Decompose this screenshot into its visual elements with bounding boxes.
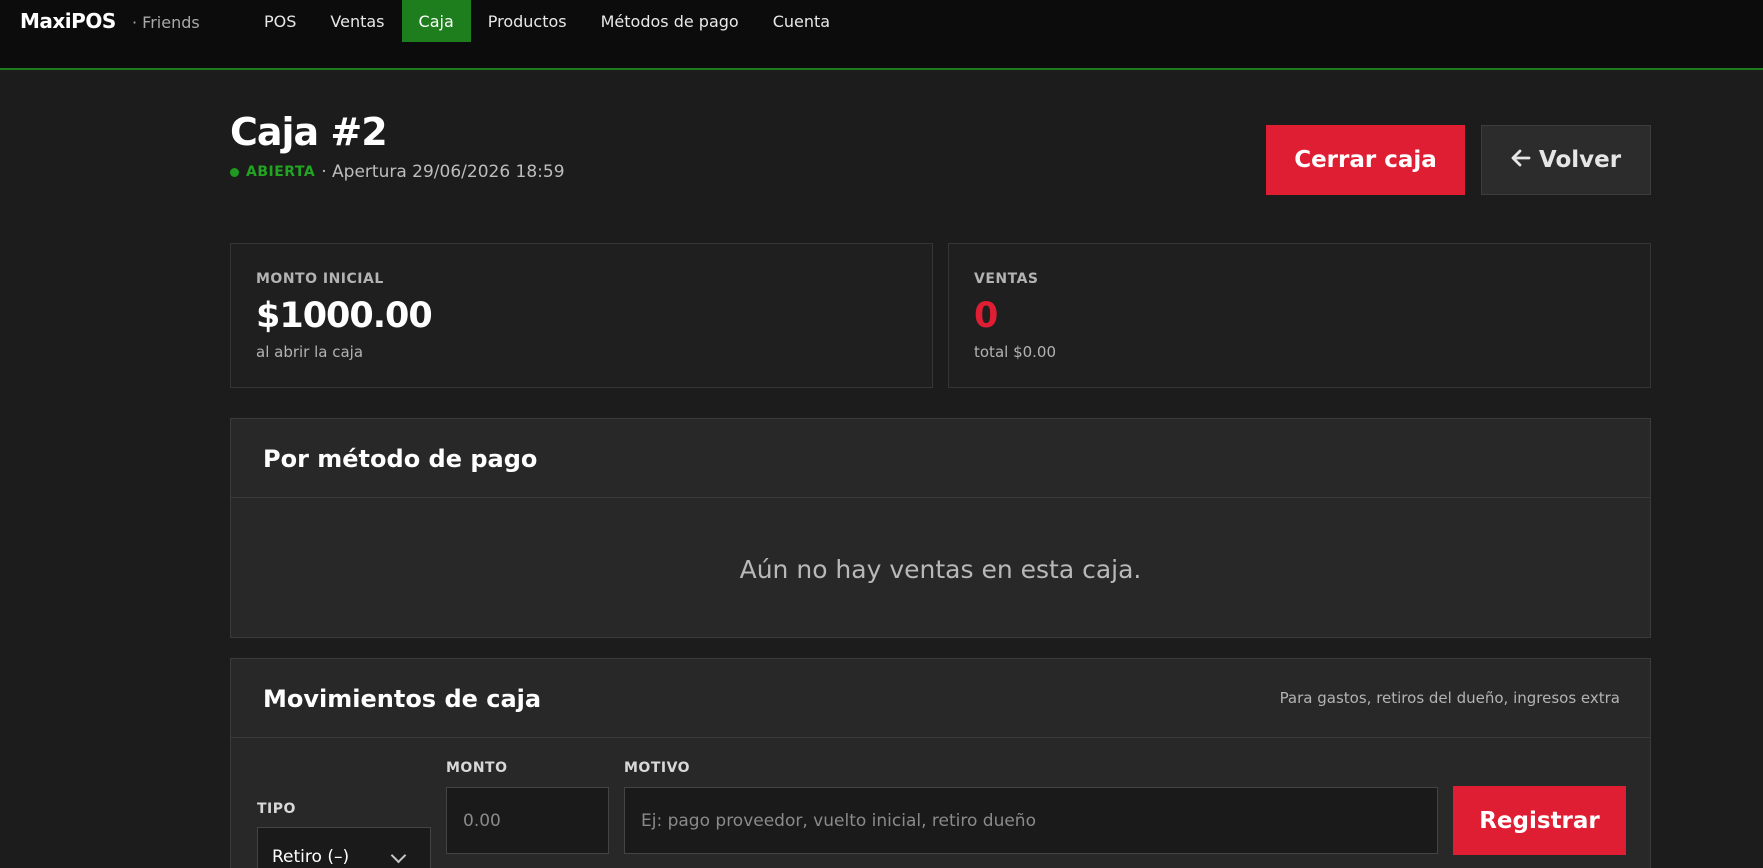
register-status-line: ABIERTA · Apertura 29/06/2026 18:59 [230,162,565,182]
main-nav: POS Ventas Caja Productos Métodos de pag… [247,0,847,42]
close-register-button[interactable]: Cerrar caja [1266,125,1465,195]
amount-label: MONTO [446,760,508,776]
initial-amount-label: MONTO INICIAL [256,271,384,287]
sales-total: total $0.00 [974,343,1057,361]
arrow-left-icon [1511,147,1531,173]
initial-amount-value: $1000.00 [256,296,433,336]
back-button[interactable]: Volver [1481,125,1651,195]
brand-logo[interactable]: MaxiPOS [20,9,116,33]
payment-method-title: Por método de pago [263,445,538,473]
status-badge: ABIERTA [246,164,316,180]
cash-movements-hint: Para gastos, retiros del dueño, ingresos… [1279,689,1620,707]
payment-method-panel: Por método de pago Aún no hay ventas en … [230,418,1651,638]
type-label: TIPO [257,801,296,817]
page-title: Caja #2 [230,110,388,154]
reason-input[interactable] [624,787,1438,854]
back-button-label: Volver [1538,147,1622,173]
cash-movements-panel-header: Movimientos de caja Para gastos, retiros… [231,659,1650,738]
register-movement-button[interactable]: Registrar [1453,786,1626,855]
brand-store-name: · Friends [132,13,200,32]
nav-item-metodos-de-pago[interactable]: Métodos de pago [584,0,756,42]
status-dot-icon [230,167,239,177]
movement-type-value: Retiro (–) [272,847,350,867]
nav-item-pos[interactable]: POS [247,0,313,42]
initial-amount-sub: al abrir la caja [256,343,364,361]
nav-item-ventas[interactable]: Ventas [313,0,401,42]
amount-input[interactable] [446,787,609,854]
initial-amount-card: MONTO INICIAL $1000.00 al abrir la caja [230,243,933,388]
opening-datetime: · Apertura 29/06/2026 18:59 [321,162,565,182]
sales-card: VENTAS 0 total $0.00 [948,243,1651,388]
sales-count-value: 0 [974,296,998,336]
cash-movements-panel: Movimientos de caja Para gastos, retiros… [230,658,1651,868]
empty-sales-message: Aún no hay ventas en esta caja. [739,554,1142,584]
cash-movements-title: Movimientos de caja [263,685,542,713]
top-navbar: MaxiPOS · Friends POS Ventas Caja Produc… [0,0,1763,70]
nav-item-productos[interactable]: Productos [471,0,584,42]
reason-label: MOTIVO [624,760,691,776]
movement-type-select[interactable]: Retiro (–) [257,827,431,868]
sales-label: VENTAS [974,271,1039,287]
nav-item-cuenta[interactable]: Cuenta [756,0,847,42]
payment-method-panel-header: Por método de pago [231,419,1650,498]
nav-item-caja[interactable]: Caja [401,0,471,42]
chevron-down-icon [390,847,407,864]
